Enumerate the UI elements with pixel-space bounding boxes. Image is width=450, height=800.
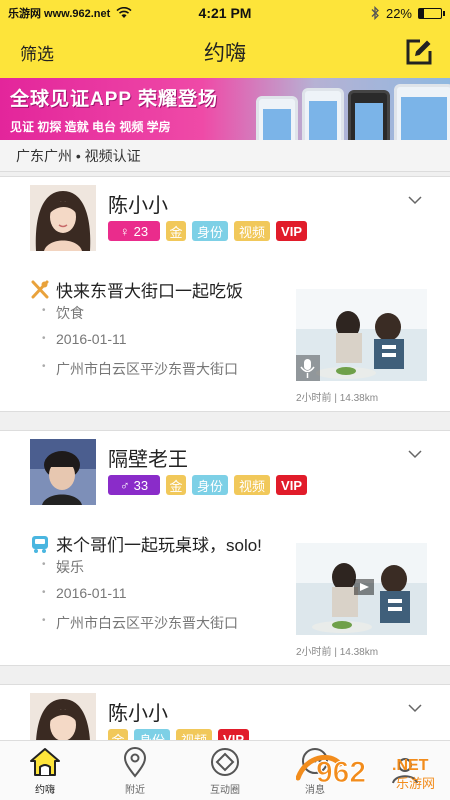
user-name: 陈小小 — [108, 195, 168, 217]
post-card[interactable]: 隔壁老王 ♂ 33 金 身份 视频 VIP 来个哥们一起玩桌球，solo! 娱乐… — [0, 430, 450, 666]
battery-percent: 22% — [385, 5, 412, 21]
tab-home[interactable]: 约嗨 — [0, 741, 90, 800]
phone-image — [256, 96, 298, 140]
location-bar: 广东广州 • 视频认证 — [0, 140, 450, 172]
utensils-icon — [31, 280, 49, 298]
post-meta: 2小时前 | 14.38km — [296, 647, 379, 658]
location-label: 广东广州 • 视频认证 — [16, 147, 141, 164]
bluetooth-icon — [371, 6, 379, 20]
status-carrier: 乐游网 www.962.net — [8, 8, 111, 20]
gender-age-badge: ♀ 23 — [108, 221, 160, 241]
activity-category: 娱乐 — [42, 557, 84, 577]
watermark-logo: 962 — [316, 756, 366, 789]
post-card[interactable]: 陈小小 ♀ 23 金 身份 视频 VIP 快来东晋大街口一起吃饭 饮食 2016… — [0, 176, 450, 412]
phone-image — [394, 84, 450, 140]
activity-address: 广州市白云区平沙东晋大街口 — [42, 359, 238, 379]
user-name: 隔壁老王 — [108, 449, 188, 471]
gender-age-badge: ♂ 33 — [108, 475, 160, 495]
promo-banner[interactable]: 全球见证APP 荣耀登场 见证 初探 造就 电台 视频 学房 — [0, 78, 450, 140]
tab-label: 附近 — [125, 785, 145, 796]
chevron-down-icon[interactable] — [408, 447, 422, 461]
tag-row: ♂ 33 金 身份 视频 VIP — [108, 475, 307, 495]
activity-text: 来个哥们一起玩桌球，solo! — [56, 536, 262, 555]
activity-date: 2016-01-11 — [42, 331, 126, 347]
chevron-down-icon[interactable] — [408, 701, 422, 715]
activity-text: 快来东晋大街口一起吃饭 — [56, 282, 243, 301]
male-icon: ♂ — [119, 477, 130, 493]
post-meta: 2小时前 | 14.38km — [296, 393, 379, 404]
video-badge: 视频 — [234, 475, 271, 495]
vip-badge: VIP — [276, 221, 307, 241]
status-time: 4:21 PM — [198, 5, 252, 21]
gold-badge: 金 — [166, 221, 186, 241]
banner-subline: 见证 初探 造就 电台 视频 学房 — [10, 120, 171, 134]
identity-badge: 身份 — [192, 475, 229, 495]
avatar[interactable] — [30, 439, 96, 505]
vip-badge: VIP — [276, 475, 307, 495]
battery-icon — [418, 7, 445, 19]
tab-nearby[interactable]: 附近 — [90, 741, 180, 800]
battery-fill — [419, 8, 424, 18]
activity-address: 广州市白云区平沙东晋大街口 — [42, 613, 238, 633]
home-icon — [30, 748, 60, 776]
watermark-domain: .NET — [392, 757, 429, 774]
video-thumbnail[interactable] — [296, 289, 427, 381]
activity-category: 饮食 — [42, 303, 84, 323]
interaction-icon — [211, 748, 239, 776]
age-label: 23 — [133, 223, 149, 239]
age-label: 33 — [133, 477, 149, 493]
chevron-down-icon[interactable] — [408, 193, 422, 207]
user-name: 陈小小 — [108, 703, 168, 725]
tab-label: 互动圈 — [210, 785, 240, 796]
watermark-caption: 乐游网 — [396, 777, 435, 792]
tab-label: 约嗨 — [35, 785, 55, 796]
location-pin-icon — [123, 747, 147, 778]
status-right: 22% — [292, 5, 445, 21]
page-title: 约嗨 — [204, 42, 246, 65]
wifi-icon — [116, 7, 132, 18]
identity-badge: 身份 — [192, 221, 229, 241]
female-icon: ♀ — [119, 223, 130, 239]
phone-image — [302, 88, 344, 140]
phone-image — [348, 90, 390, 140]
video-thumbnail[interactable] — [296, 543, 427, 635]
nav-bar: 筛选 约嗨 — [0, 26, 450, 78]
game-controller-icon — [32, 535, 48, 553]
avatar[interactable] — [30, 185, 96, 251]
site-watermark: 962 .NET 乐游网 — [295, 748, 446, 792]
banner-headline: 全球见证APP 荣耀登场 — [10, 89, 219, 110]
activity-date: 2016-01-11 — [42, 585, 126, 601]
status-left: 乐游网 www.962.net — [8, 5, 158, 21]
tag-row: ♀ 23 金 身份 视频 VIP — [108, 221, 307, 241]
activity-title[interactable]: 来个哥们一起玩桌球，solo! — [30, 531, 262, 556]
activity-title[interactable]: 快来东晋大街口一起吃饭 — [30, 277, 243, 302]
gold-badge: 金 — [166, 475, 186, 495]
tab-interaction[interactable]: 互动圈 — [180, 741, 270, 800]
filter-button[interactable]: 筛选 — [20, 40, 54, 65]
status-bar: 乐游网 www.962.net 4:21 PM 22% — [0, 0, 450, 26]
video-badge: 视频 — [234, 221, 271, 241]
edit-icon[interactable] — [406, 39, 432, 65]
